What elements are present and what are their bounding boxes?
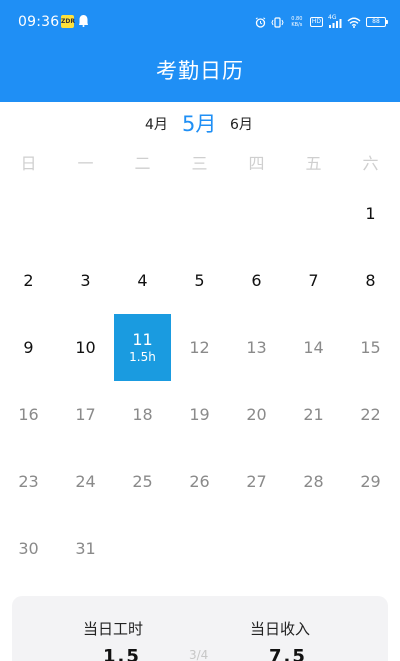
- daily-hours-value: 1.5: [103, 646, 141, 661]
- calendar-day-10[interactable]: 10: [57, 314, 114, 381]
- calendar-day-15[interactable]: 15: [342, 314, 399, 381]
- calendar-day-16[interactable]: 16: [0, 381, 57, 448]
- weekday-mon: 一: [77, 154, 94, 173]
- day-number: 11: [132, 329, 153, 349]
- calendar-day-27[interactable]: 27: [228, 448, 285, 515]
- calendar-day-5[interactable]: 5: [171, 247, 228, 314]
- day-number: 31: [75, 538, 96, 558]
- daily-income-value: 7.5: [269, 646, 307, 661]
- day-hours: 1.5h: [129, 349, 156, 364]
- calendar-day-17[interactable]: 17: [57, 381, 114, 448]
- day-number: 26: [189, 471, 210, 491]
- weekday-header: 日 一 二 三 四 五 六: [0, 150, 400, 174]
- weekday-thu: 四: [248, 154, 265, 173]
- calendar-day-2[interactable]: 2: [0, 247, 57, 314]
- status-bar: 09:36 ZDR 0.80 KB/s HD 4G 88: [0, 0, 400, 44]
- day-number: 7: [308, 270, 319, 290]
- status-icons: 0.80 KB/s HD 4G 88: [255, 12, 388, 32]
- network-speed: 0.80 KB/s: [289, 16, 305, 28]
- calendar-day-8[interactable]: 8: [342, 247, 399, 314]
- day-number: 2: [23, 270, 34, 290]
- day-number: 4: [137, 270, 148, 290]
- calendar-day-23[interactable]: 23: [0, 448, 57, 515]
- day-number: 6: [251, 270, 262, 290]
- calendar-day-20[interactable]: 20: [228, 381, 285, 448]
- daily-income-label: 当日收入: [250, 620, 311, 638]
- day-number: 17: [75, 404, 96, 424]
- calendar-day-1[interactable]: 1: [342, 180, 399, 247]
- app-notification-icon: ZDR: [61, 15, 75, 28]
- daily-summary-card: 当日工时 1.5 3/4 当日收入 7.5: [12, 596, 388, 661]
- weekday-fri: 五: [305, 154, 322, 173]
- day-number: 29: [360, 471, 381, 491]
- day-number: 1: [365, 203, 376, 223]
- day-number: 23: [18, 471, 39, 491]
- cell-signal-icon: 4G: [328, 14, 342, 28]
- day-number: 5: [194, 270, 205, 290]
- calendar-day-14[interactable]: 14: [285, 314, 342, 381]
- net-speed-unit: KB/s: [291, 22, 303, 28]
- calendar-day-24[interactable]: 24: [57, 448, 114, 515]
- weekday-tue: 二: [134, 154, 151, 173]
- calendar-day-31[interactable]: 31: [57, 515, 114, 582]
- day-number: 12: [189, 337, 210, 357]
- calendar-day-3[interactable]: 3: [57, 247, 114, 314]
- day-number: 30: [18, 538, 39, 558]
- calendar-day-22[interactable]: 22: [342, 381, 399, 448]
- day-number: 24: [75, 471, 96, 491]
- app-header: 09:36 ZDR 0.80 KB/s HD 4G 88 考勤日历: [0, 0, 400, 102]
- day-number: 19: [189, 404, 210, 424]
- calendar-day-4[interactable]: 4: [114, 247, 171, 314]
- day-number: 3: [80, 270, 91, 290]
- daily-hours-label: 当日工时: [83, 620, 144, 638]
- calendar-day-6[interactable]: 6: [228, 247, 285, 314]
- wifi-icon: [347, 17, 361, 28]
- calendar-day-28[interactable]: 28: [285, 448, 342, 515]
- page-indicator: 3/4: [189, 648, 209, 661]
- calendar-day-30[interactable]: 30: [0, 515, 57, 582]
- day-number: 9: [23, 337, 34, 357]
- calendar-day-9[interactable]: 9: [0, 314, 57, 381]
- calendar-day-18[interactable]: 18: [114, 381, 171, 448]
- weekday-sat: 六: [362, 154, 379, 173]
- day-number: 8: [365, 270, 376, 290]
- status-time: 09:36: [18, 14, 60, 30]
- vibrate-icon: [271, 16, 284, 28]
- calendar-day-11[interactable]: 11 1.5h: [114, 314, 171, 381]
- day-number: 10: [75, 337, 96, 357]
- day-number: 27: [246, 471, 267, 491]
- battery-icon: 88: [366, 17, 388, 27]
- next-month-button[interactable]: 6月: [230, 114, 253, 134]
- weekday-wed: 三: [191, 154, 208, 173]
- day-number: 20: [246, 404, 267, 424]
- day-number: 21: [303, 404, 324, 424]
- page-title: 考勤日历: [156, 59, 244, 83]
- day-number: 22: [360, 404, 381, 424]
- day-number: 25: [132, 471, 153, 491]
- day-number: 28: [303, 471, 324, 491]
- calendar-day-25[interactable]: 25: [114, 448, 171, 515]
- chat-notification-icon: [79, 15, 88, 27]
- day-number: 14: [303, 337, 324, 357]
- current-month-label: 5月: [182, 112, 217, 136]
- calendar-day-21[interactable]: 21: [285, 381, 342, 448]
- calendar-day-19[interactable]: 19: [171, 381, 228, 448]
- hd-icon: HD: [309, 17, 323, 27]
- day-number: 13: [246, 337, 267, 357]
- day-number: 15: [360, 337, 381, 357]
- calendar-day-12[interactable]: 12: [171, 314, 228, 381]
- calendar-day-13[interactable]: 13: [228, 314, 285, 381]
- day-number: 18: [132, 404, 153, 424]
- alarm-icon: [255, 16, 266, 28]
- month-switcher: 4月 5月 6月: [0, 108, 400, 138]
- weekday-sun: 日: [20, 154, 37, 173]
- day-number: 16: [18, 404, 39, 424]
- calendar-day-29[interactable]: 29: [342, 448, 399, 515]
- prev-month-button[interactable]: 4月: [145, 114, 168, 134]
- calendar-day-7[interactable]: 7: [285, 247, 342, 314]
- calendar-day-26[interactable]: 26: [171, 448, 228, 515]
